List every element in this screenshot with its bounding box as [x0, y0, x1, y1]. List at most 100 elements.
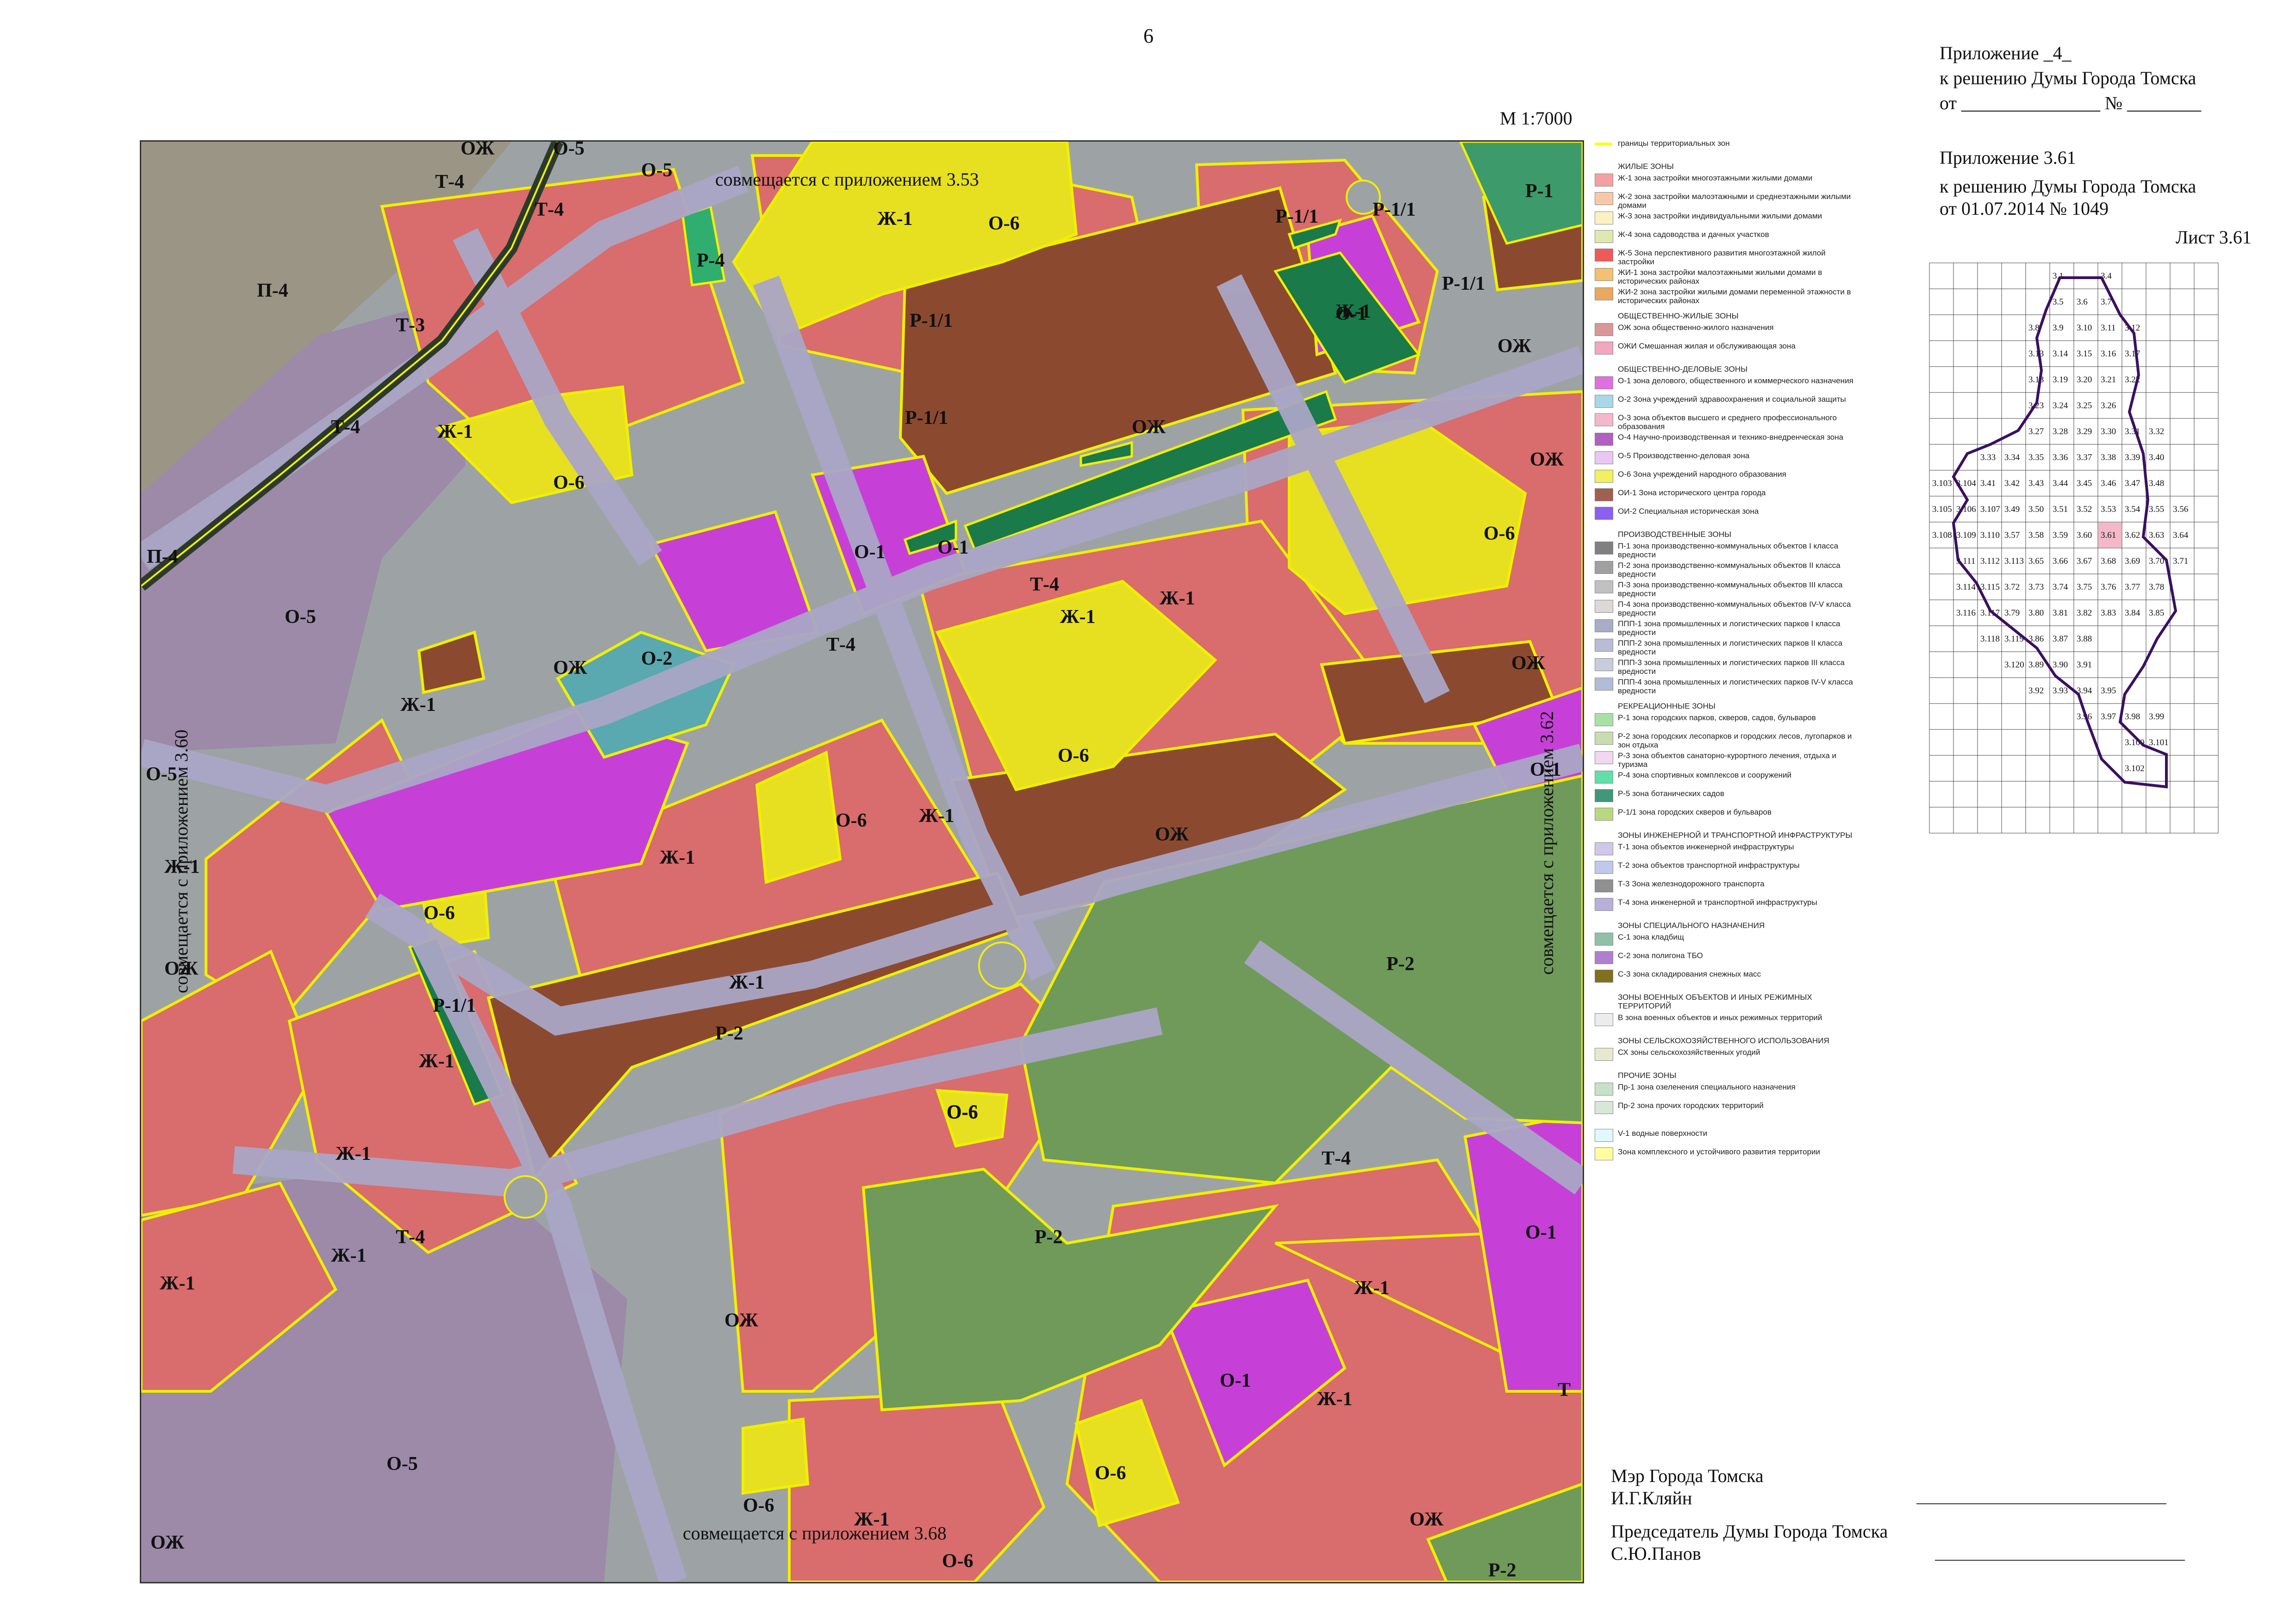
map-scale: М 1:7000 [1500, 108, 1572, 129]
zone-label: О-5 [146, 764, 177, 785]
grid-cell-label: 3.97 [2101, 712, 2116, 722]
zone-label: Т-4 [331, 417, 360, 438]
zone-label: Р-1/1 [1442, 273, 1485, 294]
zone-label: Т-3 [396, 315, 425, 336]
grid-cell-label: 3.120 [2004, 660, 2024, 670]
legend-item-text: ППП-1 зона промышленных и логистических … [1618, 619, 1841, 637]
legend-item: П-2 зона производственно-коммунальных об… [1595, 561, 1863, 579]
legend-item: С-1 зона кладбищ [1595, 933, 1863, 949]
zone-label: Т-4 [826, 634, 855, 655]
grid-cell-label: 3.25 [2077, 401, 2092, 411]
legend-swatch [1595, 212, 1613, 224]
legend-item: ППП-1 зона промышленных и логистических … [1595, 619, 1863, 637]
legend-item: Зона комплексного и устойчивого развития… [1595, 1147, 1863, 1164]
legend-item-text: ЖИ-2 зона застройки жилыми домами переме… [1618, 287, 1851, 305]
grid-cell-label: 3.45 [2077, 479, 2092, 488]
zone-label: Ж-1 [854, 1509, 890, 1530]
grid-cell-label: 3.24 [2053, 401, 2068, 411]
legend-item: Р-3 зона объектов санаторно-курортного л… [1595, 751, 1863, 769]
zone-label: О-1 [1530, 759, 1561, 780]
zone-label: О-5 [553, 142, 585, 159]
edge-label-top: совмещается с приложением 3.53 [715, 169, 979, 190]
legend-swatch [1595, 751, 1613, 764]
zone-label: О-1 [1335, 303, 1367, 324]
legend-swatch [1595, 413, 1613, 426]
grid-cell-label: 3.63 [2149, 530, 2164, 540]
grid-cell-label: 3.70 [2149, 556, 2164, 566]
legend-item-text: Р-5 зона ботанических садов [1618, 789, 1724, 798]
legend-item: ОИ-2 Специальная историческая зона [1595, 507, 1863, 523]
zoning-map[interactable]: совмещается с приложением 3.53 совмещает… [140, 140, 1584, 1583]
zone-label: О-1 [854, 542, 886, 563]
legend-section-title: ЗОНЫ ИНЖЕНЕРНОЙ И ТРАНСПОРТНОЙ ИНФРАСТРУ… [1618, 831, 1853, 840]
roundabout-center [978, 941, 1026, 990]
legend-item: Ж-4 зона садоводства и дачных участков [1595, 230, 1863, 247]
zone-label: Т-4 [1030, 574, 1059, 595]
legend-swatch [1595, 580, 1613, 593]
grid-cell-label: 3.40 [2149, 453, 2164, 462]
zone-label: О-5 [387, 1453, 418, 1475]
zone-label: О-1 [1220, 1370, 1251, 1391]
zone-label: О-1 [1525, 1222, 1557, 1243]
legend-swatch [1595, 639, 1613, 652]
zone-label: Р-2 [1488, 1560, 1516, 1581]
zone-label: Р-4 [697, 250, 725, 271]
legend-item: О-6 Зона учреждений народного образовани… [1595, 470, 1863, 486]
legend-swatch [1595, 933, 1613, 946]
grid-cell-label: 3.95 [2101, 686, 2116, 696]
zone-label: Ж-1 [419, 1051, 455, 1072]
zone-label: О-6 [1484, 523, 1515, 544]
legend-section-title: ПРОИЗВОДСТВЕННЫЕ ЗОНЫ [1618, 530, 1732, 539]
legend-item: Ж-1 зона застройки многоэтажными жилыми … [1595, 174, 1863, 190]
edge-label-right: совмещается с приложением 3.62 [1536, 711, 1557, 975]
grid-cell-label: 3.52 [2077, 505, 2092, 514]
legend-item-text: Р-3 зона объектов санаторно-курортного л… [1618, 751, 1837, 769]
legend-swatch [1595, 1147, 1613, 1160]
legend-swatch [1595, 842, 1613, 855]
zone-label: Ж-1 [331, 1245, 367, 1266]
grid-cell-label: 3.92 [2028, 686, 2044, 696]
grid-cell-label: 3.34 [2004, 453, 2020, 462]
legend-item-text: ОИ-2 Специальная историческая зона [1618, 507, 1759, 516]
grid-cell-label: 3.89 [2028, 660, 2044, 670]
grid-cell-label: 3.15 [2077, 349, 2092, 359]
grid-cell-label: 3.66 [2053, 556, 2068, 566]
grid-cell-label: 3.78 [2149, 582, 2164, 592]
zone-label: ОЖ [1530, 449, 1564, 470]
legend-item-text: Р-1/1 зона городских скверов и бульваров [1618, 808, 1772, 816]
grid-cell-label: 3.26 [2101, 401, 2116, 411]
legend-item-text: Ж-3 зона застройки индивидуальными жилым… [1618, 212, 1822, 220]
chair-name: С.Ю.Панов [1611, 1543, 1701, 1564]
legend-item: ППП-2 зона промышленных и логистических … [1595, 639, 1863, 656]
zone-label: О-1 [937, 537, 969, 558]
legend-swatch [1595, 192, 1613, 205]
grid-cell-label: 3.33 [1980, 453, 1996, 462]
legend-item: О-2 Зона учреждений здравоохранения и со… [1595, 395, 1863, 411]
zone-label: Р-1 [1525, 181, 1554, 202]
legend-section-title: ЖИЛЫЕ ЗОНЫ [1618, 162, 1674, 171]
zone-label: О-6 [743, 1495, 774, 1516]
grid-cell-label: 3.105 [1932, 505, 1952, 514]
legend-swatch [1595, 678, 1613, 691]
legend-item: Т-3 Зона железнодорожного транспорта [1595, 879, 1863, 896]
legend-sections: ЖИЛЫЕ ЗОНЫ Ж-1 зона застройки многоэтажны… [1595, 162, 1863, 1164]
legend-item-text: О-4 Научно-производственная и технико-вн… [1618, 433, 1844, 442]
grid-cell-label: 3.67 [2077, 556, 2092, 566]
header-appendix-361: Приложение 3.61 [1940, 147, 2076, 168]
legend-swatch [1595, 600, 1613, 613]
zone-label: Ж-1 [1354, 1277, 1390, 1299]
legend-swatch [1595, 249, 1613, 262]
grid-cell-label: 3.21 [2101, 375, 2116, 385]
legend-section-title: РЕКРЕАЦИОННЫЕ ЗОНЫ [1618, 702, 1716, 710]
chair-title: Председатель Думы Города Томска [1611, 1521, 1888, 1542]
legend-section-title: ПРОЧИЕ ЗОНЫ [1618, 1071, 1677, 1080]
boundary-line-swatch [1595, 143, 1612, 145]
legend-item: В зона военных объектов и иных режимных … [1595, 1013, 1863, 1030]
legend-item-text: О-5 Производственно-деловая зона [1618, 451, 1750, 460]
legend-swatch [1595, 1083, 1613, 1096]
legend-item-text: С-2 зона полигона ТБО [1618, 951, 1703, 960]
grid-cell-label: 3.30 [2101, 427, 2116, 436]
legend-section-title: ЗОНЫ СПЕЦИАЛЬНОГО НАЗНАЧЕНИЯ [1618, 921, 1765, 930]
zone-label: О-6 [988, 213, 1020, 234]
zone-label: Р-1/1 [1275, 206, 1318, 227]
